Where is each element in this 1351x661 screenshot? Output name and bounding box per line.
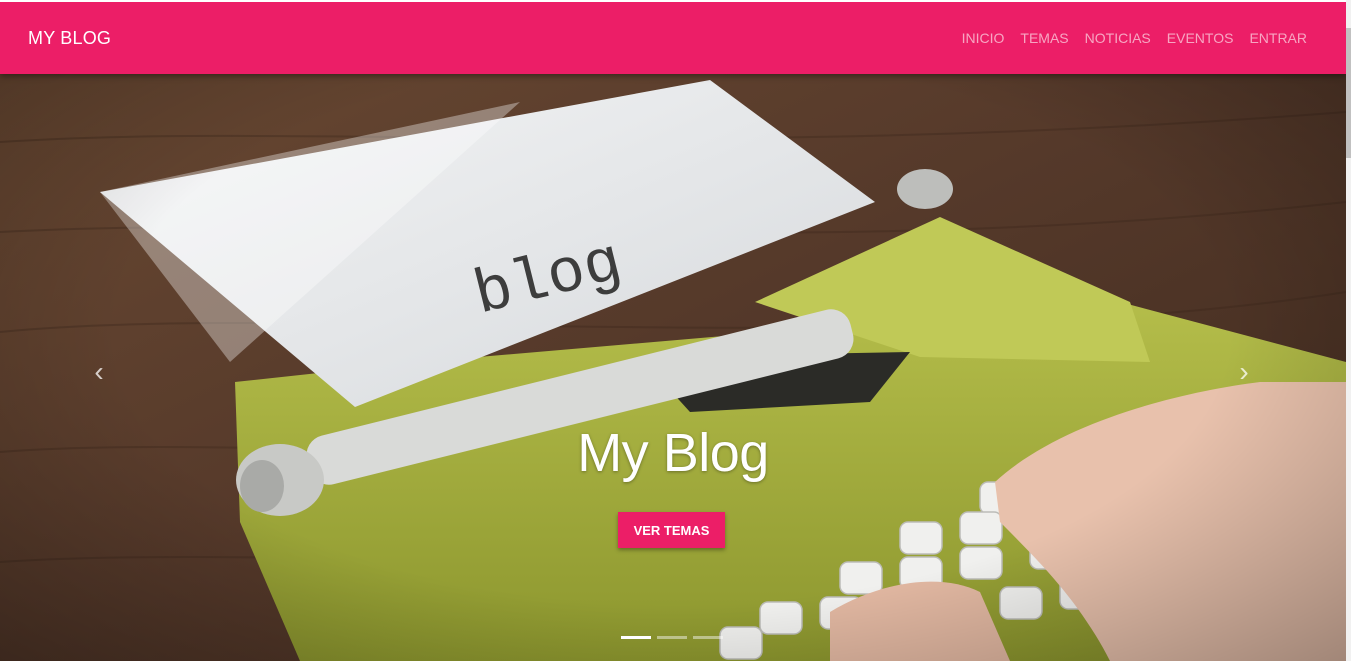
browser-viewport: blog: [0, 2, 1346, 661]
hero-image: blog: [0, 2, 1346, 661]
nav-item-eventos[interactable]: EVENTOS: [1167, 30, 1234, 46]
brand-logo[interactable]: MY BLOG: [28, 28, 111, 49]
carousel-caption: My Blog: [0, 422, 1346, 484]
carousel: blog: [0, 2, 1346, 661]
page-scrollbar[interactable]: [1346, 0, 1351, 661]
carousel-next-button[interactable]: ›: [1229, 356, 1259, 387]
scrollbar-thumb[interactable]: [1346, 28, 1351, 158]
hero-title: My Blog: [577, 423, 769, 483]
nav-item-noticias[interactable]: NOTICIAS: [1085, 30, 1151, 46]
carousel-indicator-1[interactable]: [621, 636, 651, 639]
nav-item-entrar[interactable]: ENTRAR: [1249, 30, 1307, 46]
chevron-right-icon: ›: [1239, 356, 1249, 387]
carousel-indicator-2[interactable]: [657, 636, 687, 639]
carousel-indicator-3[interactable]: [693, 636, 723, 639]
carousel-indicators: [621, 636, 723, 639]
ver-temas-button[interactable]: VER TEMAS: [618, 512, 725, 548]
chevron-left-icon: ‹: [94, 356, 104, 387]
nav-item-inicio[interactable]: INICIO: [962, 30, 1005, 46]
carousel-prev-button[interactable]: ‹: [84, 356, 114, 387]
top-navbar: MY BLOG INICIO TEMAS NOTICIAS EVENTOS EN…: [0, 2, 1346, 74]
nav-item-temas[interactable]: TEMAS: [1020, 30, 1068, 46]
main-nav: INICIO TEMAS NOTICIAS EVENTOS ENTRAR: [962, 30, 1307, 46]
